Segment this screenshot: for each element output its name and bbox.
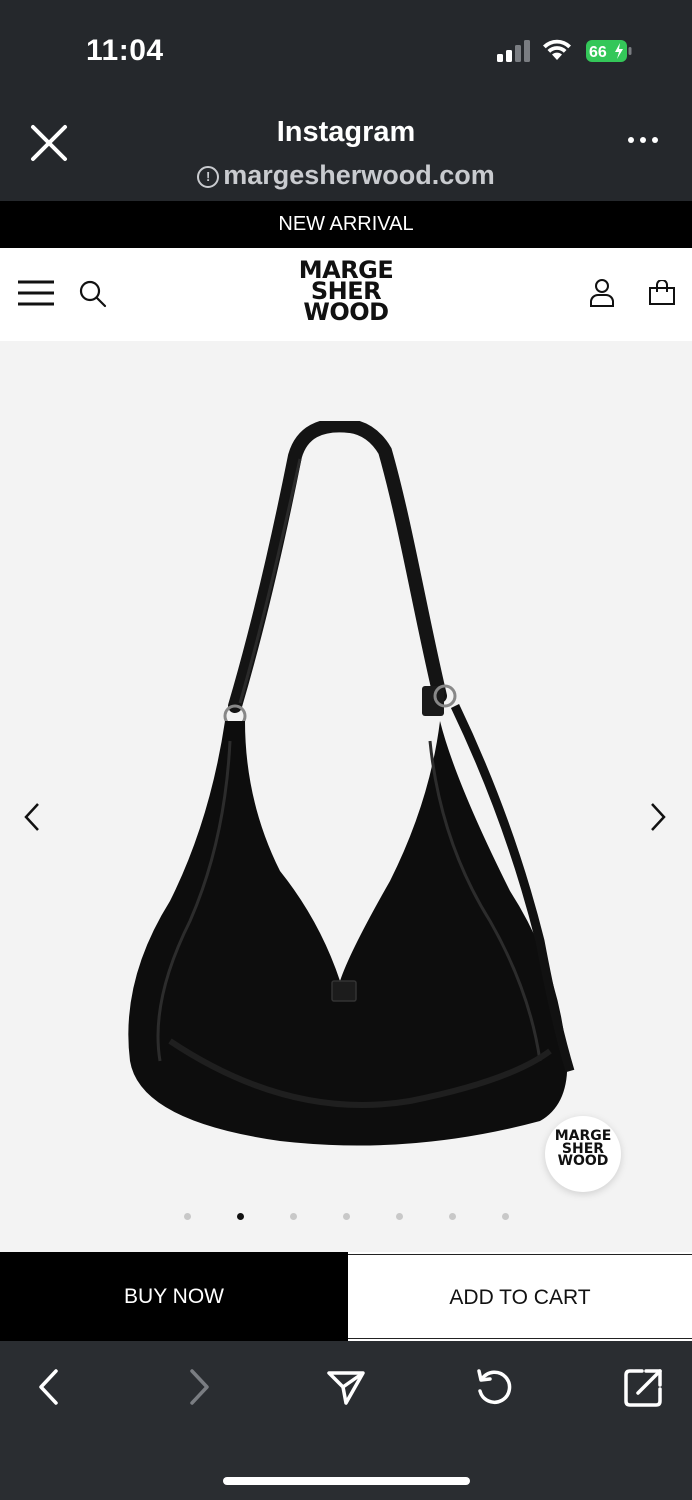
search-icon[interactable] bbox=[78, 279, 108, 309]
home-indicator bbox=[223, 1477, 470, 1485]
carousel-dot[interactable] bbox=[343, 1213, 350, 1220]
browser-title: Instagram bbox=[276, 116, 416, 148]
chevron-right-icon[interactable] bbox=[646, 801, 670, 833]
announcement-bar[interactable]: NEW ARRIVAL bbox=[0, 201, 692, 248]
shopping-bag-icon[interactable] bbox=[648, 280, 676, 306]
more-icon[interactable] bbox=[626, 130, 660, 150]
badge-line-3: WOOD bbox=[557, 1153, 609, 1169]
carousel-dot[interactable] bbox=[449, 1213, 456, 1220]
carousel-dots bbox=[0, 1213, 692, 1223]
product-image bbox=[128, 421, 575, 1146]
carousel-dot[interactable] bbox=[237, 1213, 244, 1220]
buy-now-button[interactable]: BUY NOW bbox=[0, 1252, 348, 1341]
status-bar: 11:04 66 bbox=[0, 0, 692, 100]
carousel-dot[interactable] bbox=[184, 1213, 191, 1220]
reload-icon[interactable] bbox=[474, 1367, 514, 1407]
site-header: MARGE SHER WOOD bbox=[0, 248, 692, 341]
forward-icon[interactable] bbox=[186, 1367, 212, 1407]
logo-line-3: WOOD bbox=[303, 298, 389, 326]
info-icon: ! bbox=[197, 166, 220, 188]
back-icon[interactable] bbox=[36, 1367, 62, 1407]
status-time: 11:04 bbox=[86, 34, 164, 67]
url-text: margesherwood.com bbox=[223, 160, 495, 190]
battery-icon: 66 bbox=[586, 40, 632, 62]
chevron-left-icon[interactable] bbox=[20, 801, 44, 833]
carousel-dot[interactable] bbox=[290, 1213, 297, 1220]
purchase-bar: BUY NOW ADD TO CART bbox=[0, 1252, 692, 1341]
wifi-icon bbox=[543, 39, 571, 60]
carousel-dot[interactable] bbox=[502, 1213, 509, 1220]
battery-level: 66 bbox=[589, 44, 607, 61]
user-icon[interactable] bbox=[589, 278, 615, 308]
carousel-dot[interactable] bbox=[396, 1213, 403, 1220]
add-to-cart-button[interactable]: ADD TO CART bbox=[348, 1254, 692, 1339]
open-external-icon[interactable] bbox=[622, 1367, 664, 1409]
brand-badge[interactable]: MARGE SHER WOOD bbox=[545, 1116, 621, 1192]
menu-icon[interactable] bbox=[17, 278, 55, 308]
browser-url[interactable]: ! margesherwood.com bbox=[0, 160, 692, 191]
brand-logo[interactable]: MARGE SHER WOOD bbox=[276, 258, 416, 326]
product-carousel[interactable]: MARGE SHER WOOD bbox=[0, 341, 692, 1252]
share-icon[interactable] bbox=[326, 1367, 366, 1407]
cellular-signal-icon bbox=[497, 40, 530, 62]
browser-header: Instagram ! margesherwood.com bbox=[0, 100, 692, 201]
